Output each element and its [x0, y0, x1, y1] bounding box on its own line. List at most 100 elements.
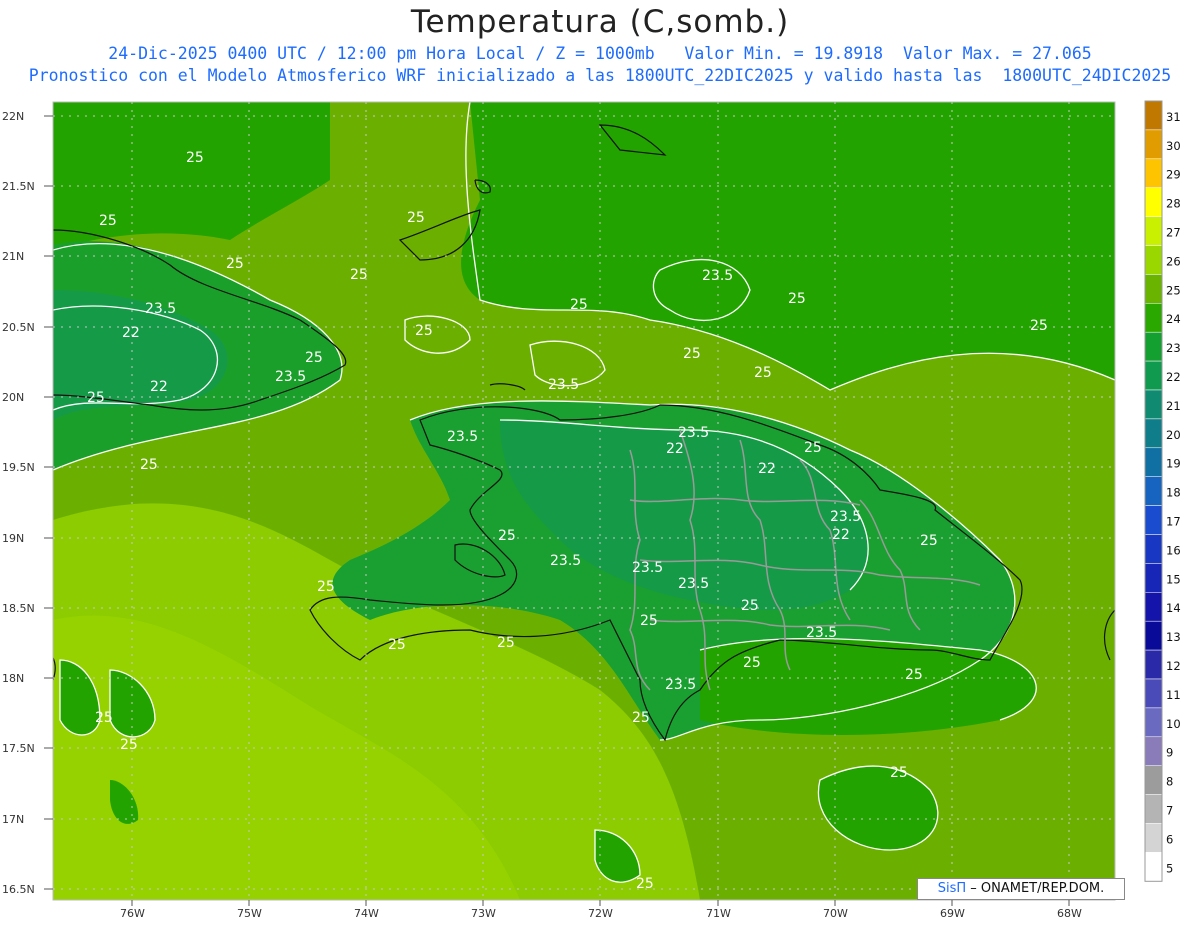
- colorbar-swatch: [1144, 649, 1163, 680]
- contour-label: 25: [497, 635, 515, 651]
- contour-label: 25: [1030, 318, 1048, 334]
- colorbar-swatch: [1144, 592, 1163, 622]
- contour-label: 23.5: [702, 268, 733, 284]
- contour-label: 25: [804, 440, 822, 456]
- colorbar-label: 29: [1166, 168, 1181, 182]
- contour-label: 23.5: [550, 553, 581, 569]
- contour-label: 25: [570, 297, 588, 313]
- contour-label: 25: [317, 579, 335, 595]
- lon-tick-label: 69W: [940, 907, 965, 920]
- lat-tick-label: 17N: [2, 813, 24, 826]
- credit-brand: SisΠ: [937, 881, 967, 896]
- colorbar-swatch: [1144, 505, 1163, 535]
- colorbar-swatch: [1144, 216, 1163, 246]
- colorbar-swatch: [1144, 852, 1163, 882]
- contour-label: 23.5: [678, 576, 709, 592]
- colorbar-label: 21: [1166, 399, 1181, 413]
- contour-label: 25: [498, 528, 516, 544]
- lat-ticks: [44, 115, 53, 890]
- colorbar-label: 26: [1166, 254, 1181, 268]
- colorbar-label: 25: [1166, 283, 1181, 297]
- contour-label: 23.5: [678, 425, 709, 441]
- lat-tick-label: 16.5N: [2, 883, 35, 896]
- colorbar-label: 16: [1166, 543, 1181, 557]
- colorbar-label: 23: [1166, 341, 1181, 355]
- colorbar-swatch: [1144, 794, 1163, 824]
- contour-label: 23.5: [145, 301, 176, 317]
- lat-tick-label: 21N: [2, 250, 24, 263]
- contour-label: 23.5: [447, 429, 478, 445]
- lon-tick-label: 70W: [823, 907, 848, 920]
- contour-label: 25: [140, 457, 158, 473]
- lon-tick-label: 72W: [588, 907, 613, 920]
- colorbar-swatch: [1144, 245, 1163, 275]
- contour-label: 22: [758, 461, 776, 477]
- contour-label: 23.5: [830, 509, 861, 525]
- colorbar-swatch: [1144, 823, 1163, 853]
- lat-tick-label: 18.5N: [2, 602, 35, 615]
- colorbar-label: 28: [1166, 197, 1181, 211]
- colorbar-swatch: [1144, 707, 1163, 738]
- colorbar-swatch: [1144, 187, 1163, 217]
- contour-label: 25: [415, 323, 433, 339]
- colorbar-label: 30: [1166, 139, 1181, 153]
- lat-tick-label: 21.5N: [2, 180, 35, 193]
- colorbar-label: 9: [1166, 746, 1173, 760]
- contour-label: 25: [632, 710, 650, 726]
- contour-label: 25: [226, 256, 244, 272]
- contour-label: 25: [350, 267, 368, 283]
- colorbar-swatch: [1144, 678, 1163, 709]
- contour-label: 25: [920, 533, 938, 549]
- lat-tick-label: 19.5N: [2, 461, 35, 474]
- contour-label: 25: [186, 150, 204, 166]
- colorbar-label: 17: [1166, 514, 1181, 528]
- lon-tick-label: 74W: [354, 907, 379, 920]
- lon-tick-label: 76W: [120, 907, 145, 920]
- colorbar-label: 10: [1166, 717, 1181, 731]
- contour-label: 25: [305, 350, 323, 366]
- contour-label: 23.5: [806, 625, 837, 641]
- contour-label: 25: [388, 637, 406, 653]
- colorbar-swatch: [1144, 100, 1163, 131]
- colorbar-label: 24: [1166, 312, 1181, 326]
- colorbar-swatch: [1144, 563, 1163, 593]
- map-field: 25 25 25 25 25 25 23.5 25 25 23.5 22 22 …: [53, 102, 1115, 900]
- contour-label: 25: [636, 876, 654, 892]
- colorbar-label: 7: [1166, 803, 1173, 817]
- colorbar-label: 14: [1166, 601, 1181, 615]
- colorbar-swatch: [1144, 331, 1163, 362]
- contour-label: 23.5: [275, 369, 306, 385]
- colorbar-swatch: [1144, 360, 1163, 391]
- lon-tick-label: 71W: [706, 907, 731, 920]
- lat-tick-label: 17.5N: [2, 742, 35, 755]
- contour-label: 22: [666, 441, 684, 457]
- colorbar-swatch: [1144, 447, 1163, 477]
- contour-label: 25: [120, 737, 138, 753]
- colorbar-swatch: [1144, 129, 1163, 160]
- colorbar-swatch: [1144, 274, 1163, 304]
- contour-label: 23.5: [548, 377, 579, 393]
- lat-tick-label: 20.5N: [2, 321, 35, 334]
- colorbar-label: 6: [1166, 832, 1173, 846]
- contour-label: 25: [99, 213, 117, 229]
- lon-ticks: [131, 900, 1070, 906]
- colorbar-swatch: [1144, 765, 1163, 795]
- colorbar-label: 11: [1166, 688, 1181, 702]
- contour-label: 23.5: [632, 560, 663, 576]
- colorbar-label: 20: [1166, 428, 1181, 442]
- longitude-axis: 76W 75W 74W 73W 72W 71W 70W 69W 68W: [120, 907, 1082, 920]
- contour-label: 22: [122, 325, 140, 341]
- contour-label: 25: [87, 390, 105, 406]
- contour-label: 25: [754, 365, 772, 381]
- colorbar-label: 13: [1166, 630, 1181, 644]
- colorbar-swatch: [1144, 158, 1163, 188]
- colorbar-swatch: [1144, 303, 1163, 333]
- lat-tick-label: 20N: [2, 391, 24, 404]
- lat-tick-label: 19N: [2, 532, 24, 545]
- colorbar-swatch: [1144, 534, 1163, 564]
- contour-label: 23.5: [665, 677, 696, 693]
- contour-label: 25: [640, 613, 658, 629]
- colorbar-label: 27: [1166, 225, 1181, 239]
- contour-label: 22: [150, 379, 168, 395]
- colorbar-label: 8: [1166, 775, 1173, 789]
